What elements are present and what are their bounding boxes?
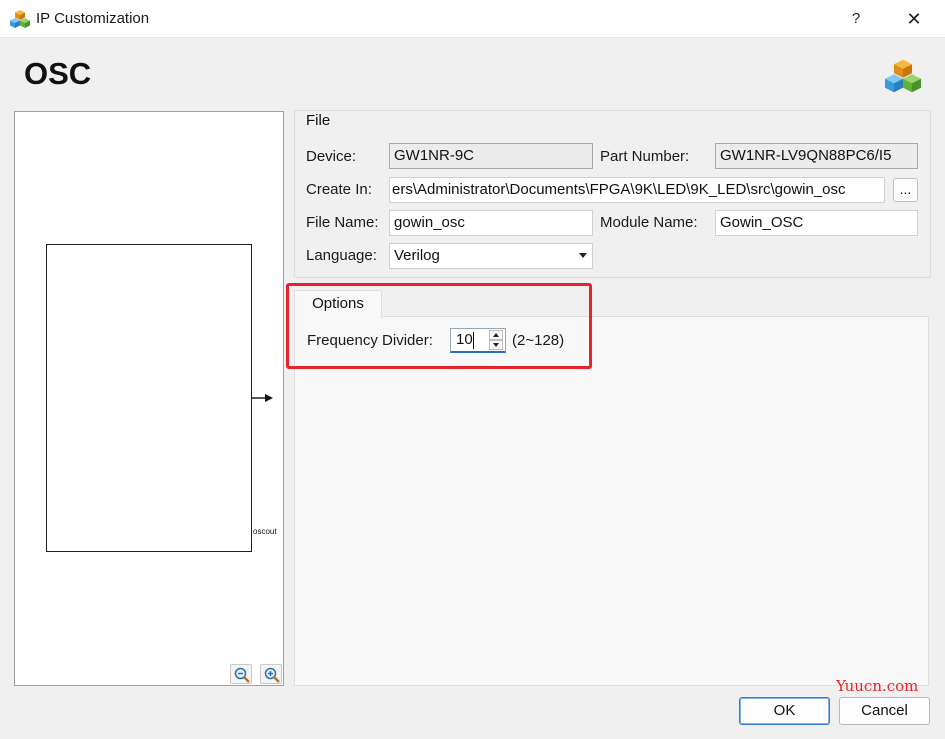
browse-button[interactable]: ... [893,178,918,202]
title-bar: IP Customization ? ✕ [0,0,945,38]
ip-cubes-icon [10,10,30,28]
file-group-title: File [304,112,333,129]
highlight-box [286,283,592,369]
ip-symbol-block: oscout [46,244,277,552]
window-title: IP Customization [36,10,150,27]
watermark-text: Yuucn.com [836,677,919,695]
device-field: GW1NR-9C [389,143,593,169]
file-name-label: File Name: [306,214,379,231]
cancel-button[interactable]: Cancel [839,697,930,725]
language-select-value: Verilog [394,247,440,264]
oscout-port-arrow [251,394,273,402]
part-number-label: Part Number: [600,148,690,165]
dropdown-arrow-icon [579,253,587,258]
symbol-preview-panel: oscout [14,111,284,686]
device-label: Device: [306,148,357,165]
zoom-in-icon [264,667,280,683]
part-number-field: GW1NR-LV9QN88PC6/I5 [715,143,918,169]
oscout-port-label: oscout [253,527,277,536]
create-in-label: Create In: [306,181,372,198]
close-button[interactable]: ✕ [896,4,932,34]
zoom-out-icon [234,667,250,683]
zoom-in-button[interactable] [260,664,282,684]
file-name-field[interactable]: gowin_osc [389,210,593,236]
ip-name-title: OSC [24,56,92,91]
module-name-label: Module Name: [600,214,698,231]
ok-button[interactable]: OK [739,697,830,725]
help-button[interactable]: ? [838,4,874,34]
module-name-field[interactable]: Gowin_OSC [715,210,918,236]
create-in-field[interactable]: ers\Administrator\Documents\FPGA\9K\LED\… [389,177,885,203]
language-label: Language: [306,247,377,264]
options-tab-pane [294,316,929,686]
language-select[interactable]: Verilog [389,243,593,269]
ip-cubes-large-icon [885,59,921,93]
zoom-out-button[interactable] [230,664,252,684]
